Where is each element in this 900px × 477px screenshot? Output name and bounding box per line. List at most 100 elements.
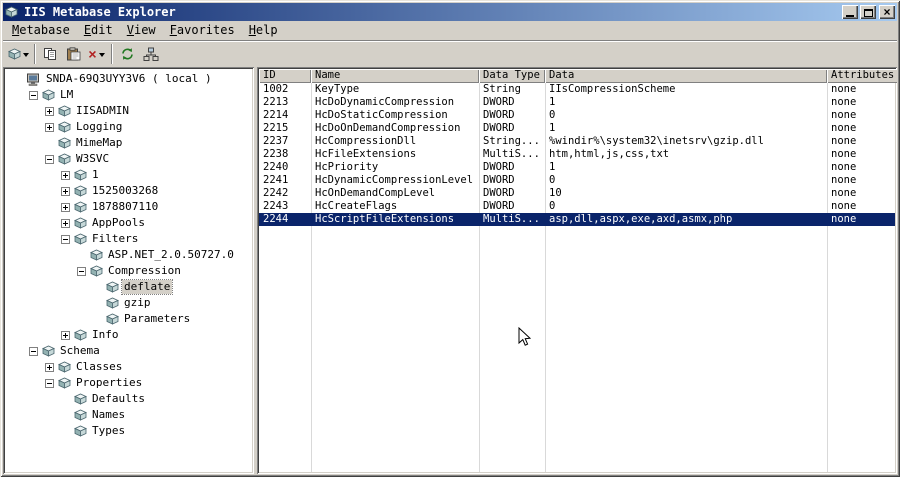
expand-icon[interactable]	[45, 362, 54, 372]
tree-item-iisadmin[interactable]: IISADMIN	[5, 103, 252, 119]
tree-item-1525003268[interactable]: 1525003268	[5, 183, 252, 199]
cell-data: 1	[549, 96, 556, 108]
menu-item-view[interactable]: View	[120, 22, 163, 39]
cell-name: HcScriptFileExtensions	[315, 213, 455, 225]
tree-item-1878807110[interactable]: 1878807110	[5, 199, 252, 215]
paste-icon	[66, 47, 81, 61]
cell-data-type: MultiS...	[483, 213, 540, 225]
cell-name: HcDoOnDemandCompression	[315, 122, 461, 134]
collapse-icon[interactable]	[61, 234, 70, 244]
cell-data: 1	[549, 161, 556, 173]
menu-item-help[interactable]: Help	[242, 22, 285, 39]
column-header-data-type[interactable]: Data Type	[479, 69, 545, 83]
tree-item-deflate[interactable]: deflate	[5, 279, 252, 295]
expand-icon[interactable]	[61, 218, 70, 228]
column-header-attributes[interactable]: Attributes	[827, 69, 897, 83]
tree-item-schema[interactable]: Schema	[5, 343, 252, 359]
expand-icon[interactable]	[61, 330, 70, 340]
menu-item-metabase[interactable]: Metabase	[5, 22, 77, 39]
key-icon	[58, 361, 71, 373]
tree-item-logging[interactable]: Logging	[5, 119, 252, 135]
expand-icon[interactable]	[45, 106, 54, 116]
key-icon	[106, 297, 119, 309]
content-area: SNDA-69Q3UYY3V6 ( local ) LM IISADMIN Loggi…	[3, 67, 897, 474]
tree-item-mimemap[interactable]: MimeMap	[5, 135, 252, 151]
table-row-2214[interactable]: 2214 HcDoStaticCompression DWORD 0 none	[259, 109, 895, 122]
collapse-icon[interactable]	[29, 346, 38, 356]
tree-item-label: Filters	[92, 232, 139, 245]
table-row-2213[interactable]: 2213 HcDoDynamicCompression DWORD 1 none	[259, 96, 895, 109]
cell-data-type: DWORD	[483, 187, 515, 199]
tree-item-label: gzip	[124, 296, 151, 309]
refresh-button[interactable]	[116, 43, 139, 65]
window-title: IIS Metabase Explorer	[24, 5, 176, 19]
cell-name: HcCreateFlags	[315, 200, 398, 212]
tree-item-info[interactable]: Info	[5, 327, 252, 343]
tree-item-names[interactable]: Names	[5, 407, 252, 423]
tree-item-filters[interactable]: Filters	[5, 231, 252, 247]
new-key-button[interactable]	[6, 43, 31, 65]
key-icon	[90, 249, 103, 261]
expand-icon[interactable]	[45, 122, 54, 132]
tree-item-properties[interactable]: Properties	[5, 375, 252, 391]
maximize-button[interactable]	[860, 5, 876, 19]
tree-item-label: deflate	[120, 279, 174, 295]
tree-item-defaults[interactable]: Defaults	[5, 391, 252, 407]
paste-button[interactable]	[62, 43, 85, 65]
copy-button[interactable]	[39, 43, 62, 65]
table-row-2238[interactable]: 2238 HcFileExtensions MultiS... htm,html,js…	[259, 148, 895, 161]
tree-item-classes[interactable]: Classes	[5, 359, 252, 375]
table-row-2242[interactable]: 2242 HcOnDemandCompLevel DWORD 10 none	[259, 187, 895, 200]
table-row-2237[interactable]: 2237 HcCompressionDll String... %windir%\sy…	[259, 135, 895, 148]
table-row-2240[interactable]: 2240 HcPriority DWORD 1 none	[259, 161, 895, 174]
tree-item-compression[interactable]: Compression	[5, 263, 252, 279]
key-icon	[106, 313, 119, 325]
key-icon	[74, 409, 87, 421]
tree-item-asp-net-2-0-50727-0[interactable]: ASP.NET_2.0.50727.0	[5, 247, 252, 263]
toolbar: ×	[3, 40, 897, 67]
tree-item-apppools[interactable]: AppPools	[5, 215, 252, 231]
key-icon	[90, 265, 103, 277]
tree-item-gzip[interactable]: gzip	[5, 295, 252, 311]
table-row-2244[interactable]: 2244 HcScriptFileExtensions MultiS... asp,d…	[259, 213, 895, 226]
collapse-icon[interactable]	[45, 154, 54, 164]
minimize-button[interactable]	[842, 5, 858, 19]
column-header-name[interactable]: Name	[311, 69, 479, 83]
tree-item-label: Properties	[76, 376, 143, 389]
column-header-id[interactable]: ID	[259, 69, 311, 83]
delete-button[interactable]: ×	[85, 43, 108, 65]
connect-button[interactable]	[139, 43, 162, 65]
table-row-1002[interactable]: 1002 KeyType String IIsCompressionScheme non…	[259, 83, 895, 96]
tree-item-label: Parameters	[124, 312, 191, 325]
tree-item-w3svc[interactable]: W3SVC	[5, 151, 252, 167]
collapse-icon[interactable]	[45, 378, 54, 388]
table-row-2215[interactable]: 2215 HcDoOnDemandCompression DWORD 1 none	[259, 122, 895, 135]
cell-data-type: String	[483, 83, 521, 95]
cell-id: 2214	[263, 109, 289, 121]
close-button[interactable]: ×	[879, 5, 895, 19]
computer-icon	[26, 73, 41, 86]
cell-attributes: none	[831, 122, 857, 134]
tree-item-types[interactable]: Types	[5, 423, 252, 439]
cell-attributes: none	[831, 213, 857, 225]
key-icon	[58, 153, 71, 165]
close-icon: ×	[883, 5, 891, 19]
expand-icon[interactable]	[61, 186, 70, 196]
column-gridline	[479, 83, 480, 472]
collapse-icon[interactable]	[77, 266, 86, 276]
tree-item-1[interactable]: 1	[5, 167, 252, 183]
menu-item-favorites[interactable]: Favorites	[163, 22, 242, 39]
menu-item-edit[interactable]: Edit	[77, 22, 120, 39]
collapse-icon[interactable]	[29, 90, 38, 100]
tree-item-parameters[interactable]: Parameters	[5, 311, 252, 327]
column-header-data[interactable]: Data	[545, 69, 827, 83]
table-row-2241[interactable]: 2241 HcDynamicCompressionLevel DWORD 0 none	[259, 174, 895, 187]
tree-item-label: LM	[60, 88, 74, 101]
tree-item-snda-69q3uyy3v6-local[interactable]: SNDA-69Q3UYY3V6 ( local )	[5, 71, 252, 87]
tree-item-label: IISADMIN	[76, 104, 129, 117]
titlebar[interactable]: IIS Metabase Explorer ×	[3, 3, 897, 21]
table-row-2243[interactable]: 2243 HcCreateFlags DWORD 0 none	[259, 200, 895, 213]
expand-icon[interactable]	[61, 170, 70, 180]
expand-icon[interactable]	[61, 202, 70, 212]
tree-item-lm[interactable]: LM	[5, 87, 252, 103]
